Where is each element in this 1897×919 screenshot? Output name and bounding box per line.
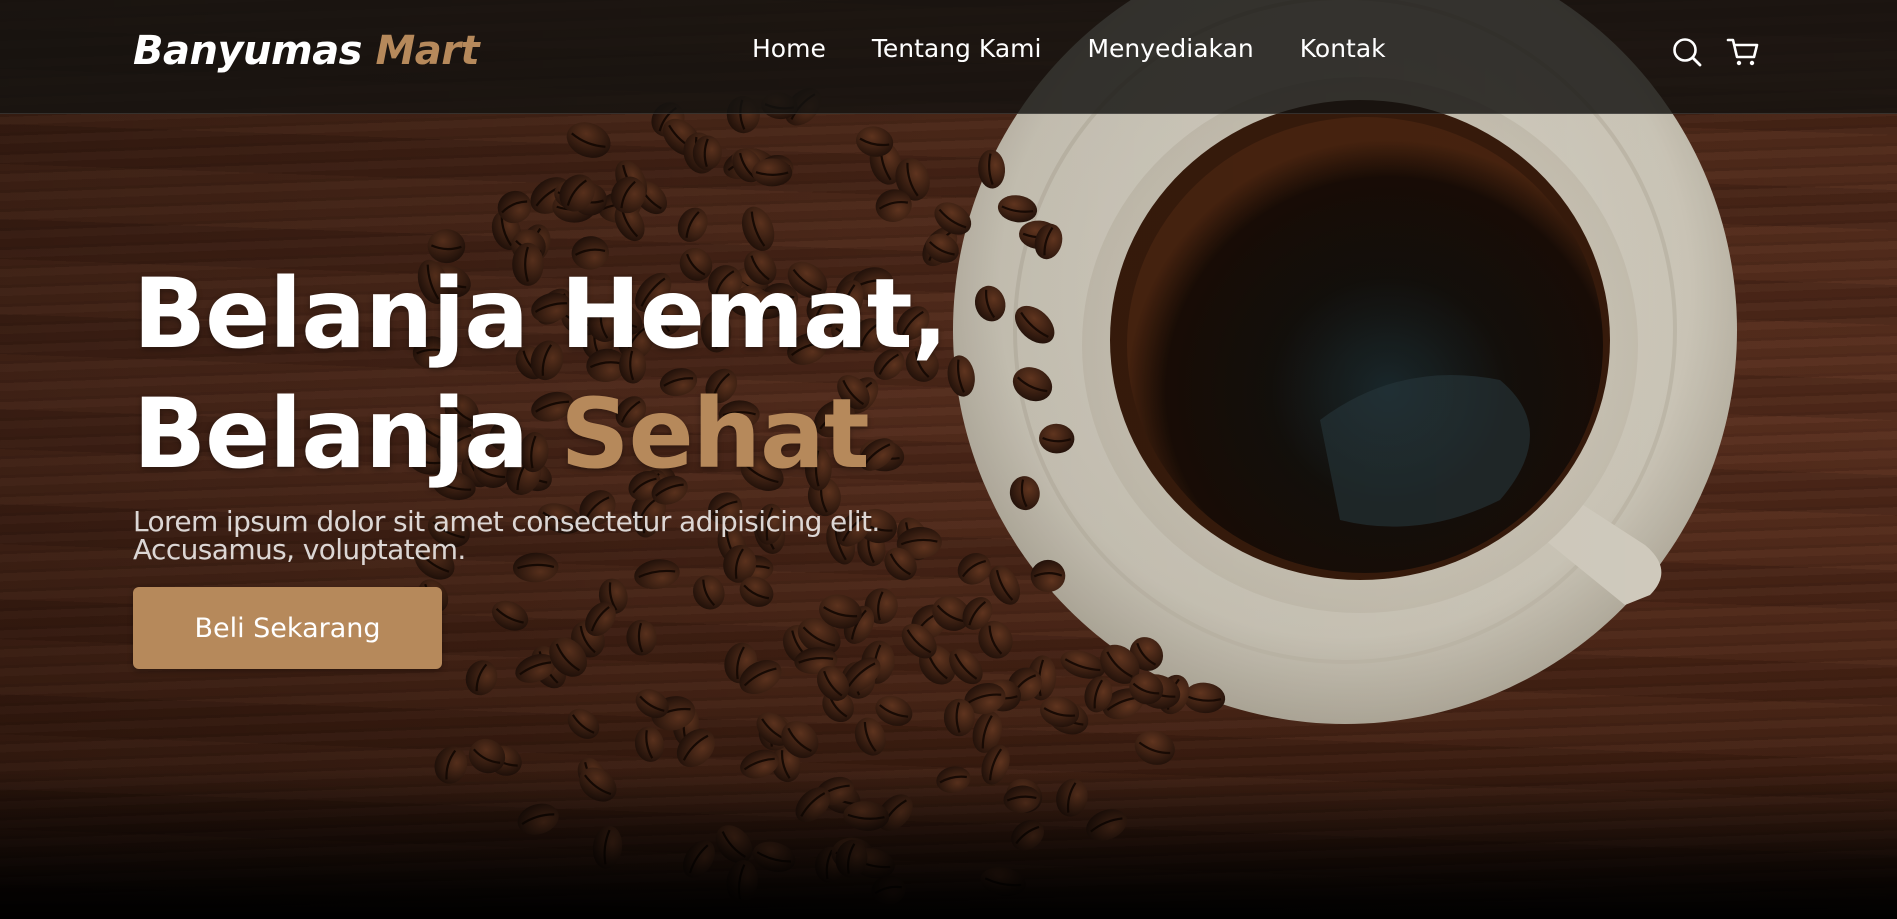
- hero-title-accent: Sehat: [560, 378, 869, 490]
- hero-section: Belanja Hemat, Belanja Sehat Lorem ipsum…: [133, 254, 1033, 669]
- hero-description: Lorem ipsum dolor sit amet consectetur a…: [133, 505, 880, 566]
- hero-bottom-fade: [0, 769, 1897, 919]
- hero-title-line1: Belanja Hemat,: [133, 258, 948, 370]
- nav-link-kontak[interactable]: Kontak: [1300, 34, 1386, 63]
- nav-link-menyediakan[interactable]: Menyediakan: [1087, 34, 1253, 63]
- hero-title-line2-prefix: Belanja: [133, 378, 529, 490]
- nav-link-home[interactable]: Home: [752, 34, 826, 63]
- navbar: Banyumas Mart Home Tentang Kami Menyedia…: [0, 0, 1897, 114]
- search-icon[interactable]: [1669, 34, 1705, 70]
- brand-logo[interactable]: Banyumas Mart: [133, 28, 480, 74]
- nav-link-tentang-kami[interactable]: Tentang Kami: [872, 34, 1042, 63]
- brand-accent: Mart: [375, 28, 480, 74]
- hero-title: Belanja Hemat, Belanja Sehat: [133, 254, 1033, 494]
- shopping-cart-icon[interactable]: [1725, 34, 1761, 70]
- brand-primary: Banyumas: [133, 28, 363, 74]
- buy-now-button[interactable]: Beli Sekarang: [133, 587, 442, 669]
- nav-icons: [1669, 34, 1761, 70]
- nav-links: Home Tentang Kami Menyediakan Kontak: [752, 34, 1386, 63]
